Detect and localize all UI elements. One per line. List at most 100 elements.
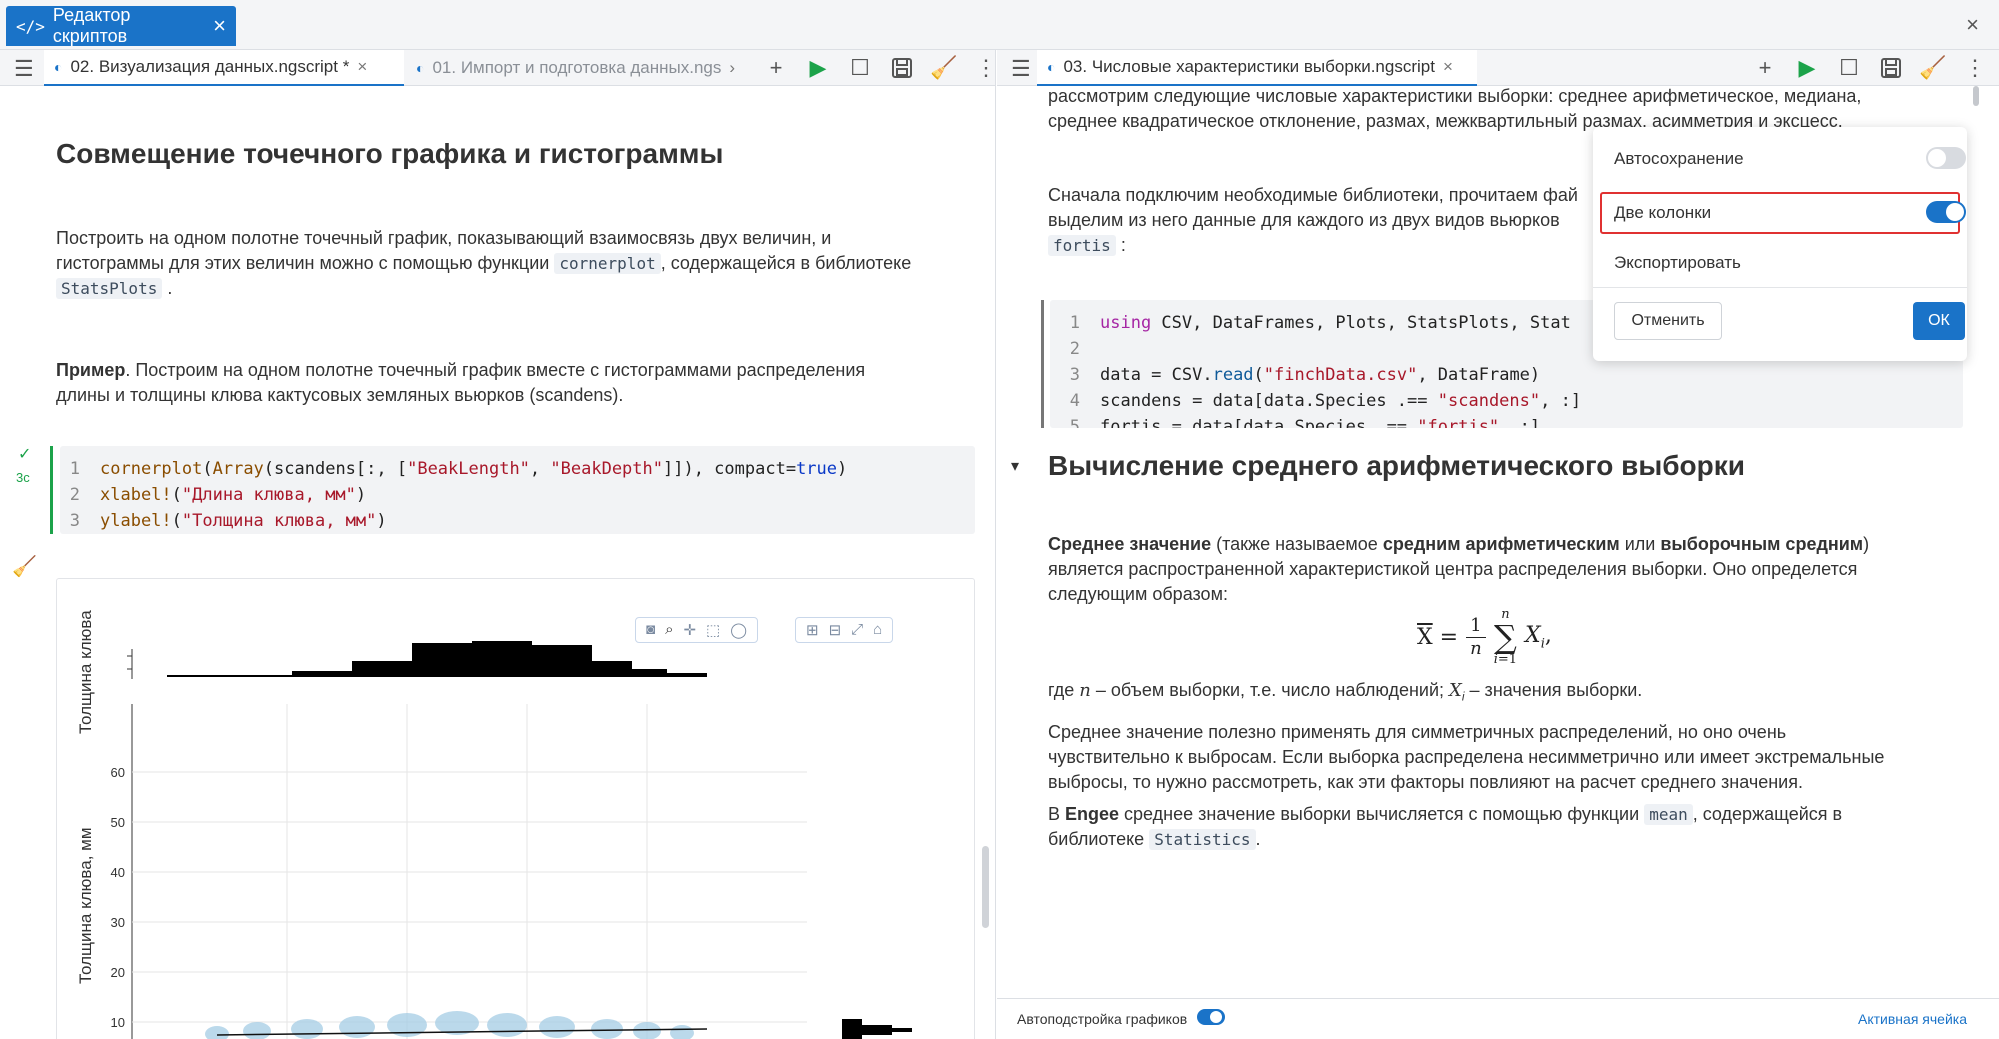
close-icon[interactable]: × <box>357 57 367 77</box>
two-columns-toggle[interactable] <box>1926 201 1966 223</box>
tab-label: 03. Числовые характеристики выборки.ngsc… <box>1063 57 1435 76</box>
save-icon[interactable] <box>1877 54 1905 82</box>
cancel-button[interactable]: Отменить <box>1614 302 1722 340</box>
code-cell[interactable]: 1 cornerplot(Array (scandens[:, ["BeakLeng… <box>60 446 975 534</box>
tab-label: 01. Импорт и подготовка данных.ngs <box>432 58 722 77</box>
app-tab-script-editor[interactable]: </> Редактор скриптов × <box>6 5 236 46</box>
text: длины и толщины клюва кактусовых земляны… <box>56 385 624 405</box>
section-heading: Вычисление среднего арифметического выбо… <box>1048 450 1745 481</box>
clean-output-icon[interactable]: 🧹 <box>12 554 37 579</box>
tab-import[interactable]: ◐ 01. Импорт и подготовка данных.ngs › <box>406 50 746 86</box>
right-tabbar: ☰ ◐ 03. Числовые характеристики выборки.… <box>997 50 1999 86</box>
ylabel-top: Толщина клюва <box>76 610 95 734</box>
code-line: 2 xlabel!("Длина клюва, мм") <box>69 485 367 505</box>
window-close-icon[interactable]: × <box>1966 12 1979 38</box>
bold-text: Пример <box>56 360 126 380</box>
chevron-right-icon[interactable]: › <box>729 58 735 78</box>
stop-icon[interactable]: ☐ <box>1835 54 1863 82</box>
add-icon[interactable]: + <box>762 54 790 82</box>
y-tick-label: 40 <box>111 865 125 880</box>
scatter-point <box>291 1019 323 1039</box>
active-cell-link[interactable]: Активная ячейка <box>1858 1011 1967 1027</box>
where-paragraph: где n – объем выборки, т.е. число наблюд… <box>1048 680 1643 704</box>
ok-button[interactable]: ОК <box>1913 302 1965 340</box>
autosave-toggle[interactable] <box>1926 147 1966 169</box>
y-tick-label: 60 <box>111 765 125 780</box>
app-window: </> Редактор скриптов × × ☰ ◐ 02. Визуал… <box>0 0 1999 1039</box>
autoplot-toggle[interactable] <box>1197 1009 1225 1025</box>
tab-label: 02. Визуализация данных.ngscript * <box>70 57 350 76</box>
left-tabbar: ☰ ◐ 02. Визуализация данных.ngscript * ×… <box>0 50 995 86</box>
code-icon: </> <box>16 16 45 36</box>
libraries-text: Сначала подключим необходимые библиотеки… <box>1048 183 1608 258</box>
autoplot-label: Автоподстройка графиков <box>1017 1011 1188 1027</box>
scrollbar[interactable] <box>1973 86 1979 106</box>
text: следующим образом: <box>1048 584 1228 604</box>
text: , содержащейся в библиотеке <box>660 253 912 273</box>
script-icon: ◐ <box>1047 59 1056 75</box>
right-toolbar: + ▶ ☐ 🧹 ⋮ <box>1751 54 1989 82</box>
code-line: 3 ylabel!("Толщина клюва, мм") <box>69 511 387 531</box>
histogram-top <box>167 641 707 677</box>
collapse-caret-icon[interactable]: ▾ <box>1011 456 1019 476</box>
text: . <box>167 278 173 298</box>
more-icon[interactable]: ⋮ <box>972 54 995 82</box>
section-heading: Совмещение точечного графика и гистограм… <box>56 138 724 169</box>
inline-code: cornerplot <box>554 253 661 274</box>
scrollbar[interactable] <box>982 846 989 928</box>
left-editor-pane: ☰ ◐ 02. Визуализация данных.ngscript * ×… <box>0 50 996 1039</box>
text: выделим из него данные для каждого из дв… <box>1048 210 1560 230</box>
hist-bar <box>862 1025 892 1035</box>
text: является распространенной характеристико… <box>1048 559 1858 579</box>
export-item[interactable]: Экспортировать <box>1614 253 1741 273</box>
save-icon[interactable] <box>888 54 916 82</box>
y-ticks: 60 50 40 30 20 10 <box>111 765 125 1030</box>
text: . Построим на одном полотне точечный гра… <box>125 360 866 380</box>
divider <box>1593 287 1967 288</box>
left-content: Совмещение точечного графика и гистограм… <box>0 86 995 1039</box>
close-icon[interactable]: × <box>213 15 226 37</box>
run-icon[interactable]: ▶ <box>1793 54 1821 82</box>
tab-visualization[interactable]: ◐ 02. Визуализация данных.ngscript * × <box>44 50 404 86</box>
engee-paragraph: В Engee среднее значение выборки вычисля… <box>1048 804 1843 850</box>
mean-paragraph: Среднее значение (также называемое средн… <box>1048 532 1978 607</box>
clean-icon[interactable]: 🧹 <box>930 54 958 82</box>
text: Сначала подключим необходимые библиотеки… <box>1048 185 1578 205</box>
grid <box>132 704 807 1039</box>
symmetry-paragraph: Среднее значение полезно применять для с… <box>1048 720 1978 795</box>
text: чувствительно к выбросам. Если выборка р… <box>1048 747 1885 767</box>
code-line: 3 data = CSV. read("finchData.csv", DataFr… <box>1069 365 1541 385</box>
inline-code: StatsPlots <box>56 278 163 299</box>
scatter-point <box>487 1013 527 1037</box>
add-icon[interactable]: + <box>1751 54 1779 82</box>
y-tick-label: 30 <box>111 915 125 930</box>
scatter-point <box>205 1026 229 1039</box>
two-columns-label: Две колонки <box>1614 203 1712 222</box>
histogram-side <box>842 1019 912 1039</box>
plot-svg: Толщина клюва Толщина клюва, мм 60 50 40… <box>76 610 912 1039</box>
more-icon[interactable]: ⋮ <box>1961 54 1989 82</box>
hist-bar <box>412 643 472 677</box>
code-line: 5 fortis = data[data.Species .== "fortis"… <box>1069 417 1541 428</box>
hist-bar <box>667 673 707 677</box>
code-line: 1 cornerplot(Array (scandens[:, ["BeakLeng… <box>69 459 848 479</box>
run-icon[interactable]: ▶ <box>804 54 832 82</box>
close-icon[interactable]: × <box>1443 57 1453 77</box>
scatter-point <box>670 1025 694 1039</box>
stop-icon[interactable]: ☐ <box>846 54 874 82</box>
clean-icon[interactable]: 🧹 <box>1919 54 1947 82</box>
script-icon: ◐ <box>416 60 425 76</box>
code-line: 4 scandens = data[data.Species .== "scand… <box>1069 391 1582 411</box>
inline-code: fortis <box>1048 235 1116 256</box>
mean-formula: X = 1n n ∑ i=1 Xi, <box>1417 607 1552 667</box>
hist-bar <box>532 645 592 677</box>
list-icon[interactable]: ☰ <box>1011 56 1031 82</box>
hist-bar <box>292 671 352 677</box>
hist-bar <box>592 661 632 677</box>
text: Среднее значение полезно применять для с… <box>1048 722 1787 742</box>
tab-statistics[interactable]: ◐ 03. Числовые характеристики выборки.ng… <box>1037 50 1477 86</box>
hist-bar <box>632 669 667 677</box>
cell-indicator <box>50 446 53 534</box>
ylabel-main: Толщина клюва, мм <box>76 827 95 984</box>
list-icon[interactable]: ☰ <box>14 56 34 82</box>
